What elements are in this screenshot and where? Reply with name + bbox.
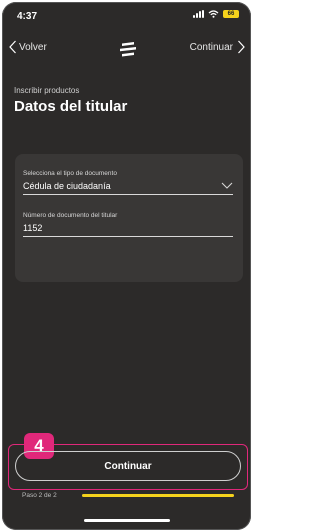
document-number-underline xyxy=(23,236,233,237)
battery-icon: 66 xyxy=(223,10,239,18)
document-type-underline xyxy=(23,194,233,195)
chevron-left-icon xyxy=(9,40,16,54)
document-number-label: Número de documento del titular xyxy=(23,212,118,219)
progress-bar-fill xyxy=(82,494,234,497)
bank-logo-icon xyxy=(120,42,136,57)
document-number-field[interactable]: Número de documento del titular 1152 xyxy=(23,212,233,237)
home-indicator xyxy=(84,519,170,522)
progress-bar xyxy=(82,494,234,497)
document-type-label: Selecciona el tipo de documento xyxy=(23,170,117,177)
continue-button[interactable]: Continuar xyxy=(15,451,241,481)
navigation-bar: Volver Continuar xyxy=(2,38,251,60)
status-time: 4:37 xyxy=(17,11,38,22)
document-number-value[interactable]: 1152 xyxy=(23,223,233,233)
continue-nav-button[interactable]: Continuar xyxy=(190,40,245,54)
chevron-down-icon[interactable] xyxy=(221,182,233,189)
chevron-right-icon xyxy=(238,40,245,54)
wifi-icon xyxy=(208,10,219,18)
progress-label: Paso 2 de 2 xyxy=(22,492,57,499)
form-card: Selecciona el tipo de documento Cédula d… xyxy=(15,154,243,282)
continue-nav-label: Continuar xyxy=(189,41,233,53)
status-bar: 4:37 66 xyxy=(2,2,251,26)
page-title: Datos del titular xyxy=(14,98,128,115)
back-button[interactable]: Volver xyxy=(9,40,47,54)
page-subtitle: Inscribir productos xyxy=(14,86,80,95)
signal-icon xyxy=(193,10,204,18)
back-button-label: Volver xyxy=(19,41,47,53)
phone-screen: 4:37 66 Volver Continuar Inscribir produ… xyxy=(2,2,251,530)
document-type-value: Cédula de ciudadanía xyxy=(23,181,111,191)
status-icons: 66 xyxy=(193,10,239,18)
document-type-select[interactable]: Selecciona el tipo de documento Cédula d… xyxy=(23,170,233,195)
